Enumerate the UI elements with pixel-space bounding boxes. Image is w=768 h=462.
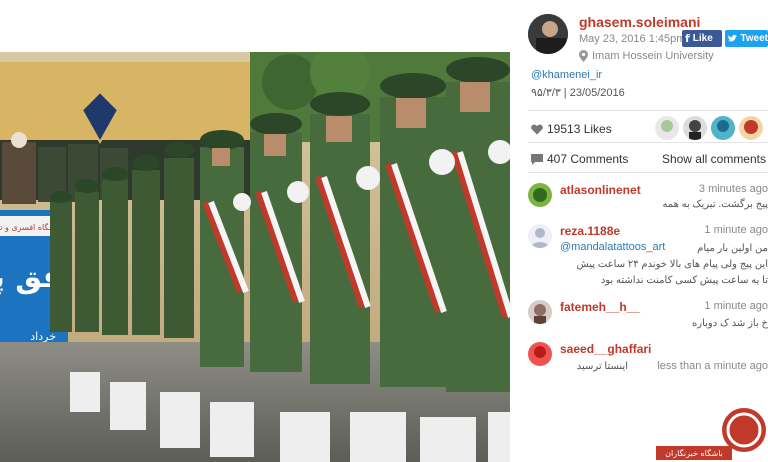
commenter-username[interactable]: saeed__ghaffari <box>560 342 651 356</box>
comment-time: 1 minute ago <box>704 224 768 236</box>
post-photo[interactable]: دانشگاه افسری و تربیت پاسداری امام حسین … <box>0 52 510 462</box>
commenter-username[interactable]: fatemeh__h__ <box>560 300 640 314</box>
commenter-avatar[interactable] <box>528 183 552 207</box>
heart-icon <box>531 124 543 134</box>
post-location[interactable]: Imam Hossein University <box>579 50 714 62</box>
comment-item: reza.1188e 1 minute ago @mandalatattoos_… <box>528 224 768 290</box>
parade-photo-image: دانشگاه افسری و تربیت پاسداری امام حسین … <box>0 52 510 462</box>
caption-date: ۹۵/۳/۳ | 23/05/2016 <box>531 87 625 99</box>
twitter-bird-icon <box>728 34 738 42</box>
comment-item: fatemeh__h__ 1 minute ago خ باز شد ک دوب… <box>528 300 768 332</box>
commenter-avatar[interactable] <box>528 224 552 248</box>
liker-avatars <box>655 116 768 140</box>
comment-text: اینستا ترسید <box>576 361 628 372</box>
twitter-tweet-label: Tweet <box>740 33 768 44</box>
comment-time: 1 minute ago <box>704 300 768 312</box>
comment-text: خ باز شد ک دوباره <box>692 318 768 329</box>
twitter-tweet-button[interactable]: Tweet <box>725 30 768 47</box>
facebook-like-label: Like <box>692 33 713 44</box>
liker-avatar[interactable] <box>683 116 707 140</box>
comment-time: less than a minute ago <box>657 360 768 372</box>
post-details-panel: ghasem.soleimani May 23, 2016 1:45pm f L… <box>518 0 768 462</box>
comment-time: 3 minutes ago <box>698 183 768 195</box>
divider <box>528 172 768 173</box>
comment-bubble-icon <box>531 153 543 165</box>
liker-avatar[interactable] <box>711 116 735 140</box>
location-label: Imam Hossein University <box>592 50 714 62</box>
facebook-like-button[interactable]: f Like <box>682 30 722 47</box>
facebook-icon: f <box>685 32 690 45</box>
commenter-avatar[interactable] <box>528 300 552 324</box>
likes-label: 19513 Likes <box>547 122 612 136</box>
likes-count: 19513 Likes <box>531 122 612 136</box>
news-agency-watermark: باشگاه خبرنگاران <box>656 402 768 462</box>
comment-item: atlasonlinenet 3 minutes ago پیج برگشت. … <box>528 183 768 215</box>
comment-item: saeed__ghaffari less than a minute ago ا… <box>528 342 768 374</box>
watermark-label: باشگاه خبرنگاران <box>665 448 723 458</box>
commenter-username[interactable]: atlasonlinenet <box>560 183 641 197</box>
map-pin-icon <box>579 50 588 62</box>
comments-count-label: 407 Comments <box>547 152 629 166</box>
divider <box>528 110 768 111</box>
comment-text-line1: من اولین بار میام <box>697 243 768 254</box>
author-username-link[interactable]: ghasem.soleimani <box>579 14 700 30</box>
commenter-avatar[interactable] <box>528 342 552 366</box>
comment-text-line2: این پیج ولی پیام های بالا خوندم ۲۴ ساعت … <box>576 259 768 270</box>
post-datetime: May 23, 2016 1:45pm <box>579 33 686 45</box>
comment-mention-link[interactable]: @mandalatattoos_art <box>560 241 665 253</box>
show-all-comments-link[interactable]: Show all comments <box>662 152 766 166</box>
comments-count: 407 Comments <box>531 152 628 166</box>
comment-text-line3: تا یه ساعت پیش کسی کامنت نداشته بود <box>600 275 768 286</box>
commenter-username[interactable]: reza.1188e <box>560 224 620 238</box>
comment-text: پیج برگشت. تبریک به همه <box>662 199 768 210</box>
divider <box>528 142 768 143</box>
caption-mention-link[interactable]: @khamenei_ir <box>531 69 602 81</box>
author-avatar[interactable] <box>528 14 568 54</box>
liker-avatar[interactable] <box>739 116 763 140</box>
liker-avatar[interactable] <box>655 116 679 140</box>
